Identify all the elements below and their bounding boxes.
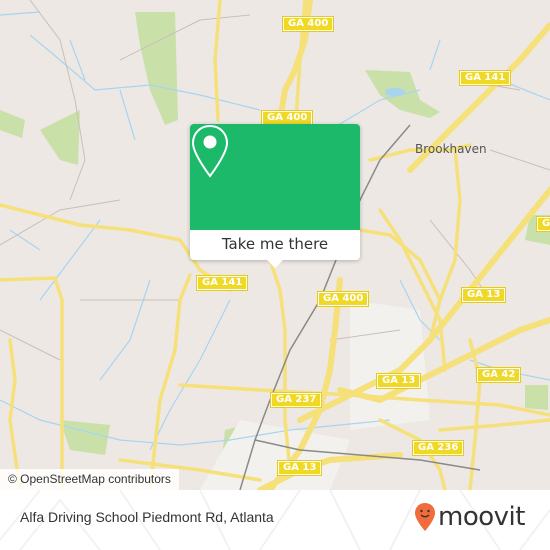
road-shield: GA 400	[316, 291, 370, 307]
map-pin-icon	[191, 124, 229, 178]
road-shield: GA 141	[195, 275, 249, 291]
park-area	[40, 110, 80, 165]
moovit-logo[interactable]: moovit	[414, 502, 525, 532]
road-shield: GA 13	[375, 373, 422, 389]
park-area	[135, 12, 178, 125]
footer-bar: Alfa Driving School Piedmont Rd, Atlanta…	[0, 490, 550, 550]
popup-pointer	[267, 260, 283, 268]
moovit-wordmark: moovit	[438, 502, 525, 532]
lake	[385, 88, 405, 96]
popup-header	[190, 124, 360, 230]
place-label-brookhaven: Brookhaven	[415, 142, 487, 156]
location-popup: Take me there	[190, 124, 360, 268]
park-area	[525, 385, 548, 410]
park-area	[0, 110, 25, 138]
road-shield: GA 400	[260, 110, 314, 126]
map-canvas[interactable]: GA 400 GA 400 GA 141 GA 141 GA 141 GA 40…	[0, 0, 550, 490]
road-shield: GA 141	[535, 216, 550, 232]
location-title: Alfa Driving School Piedmont Rd, Atlanta	[20, 509, 274, 525]
road-shield: GA 237	[269, 392, 323, 408]
road-shield: GA 236	[411, 440, 465, 456]
road-shield: GA 400	[281, 16, 335, 32]
moovit-pin-icon	[415, 503, 435, 531]
developed-area	[350, 300, 430, 430]
park-area	[60, 420, 110, 455]
road-shield: GA 13	[276, 460, 323, 476]
map-attribution[interactable]: © OpenStreetMap contributors	[0, 469, 179, 490]
road-shield: GA 141	[458, 70, 512, 86]
take-me-there-button[interactable]: Take me there	[190, 230, 360, 260]
road-shield: GA 13	[460, 287, 507, 303]
road-shield: GA 42	[475, 367, 522, 383]
